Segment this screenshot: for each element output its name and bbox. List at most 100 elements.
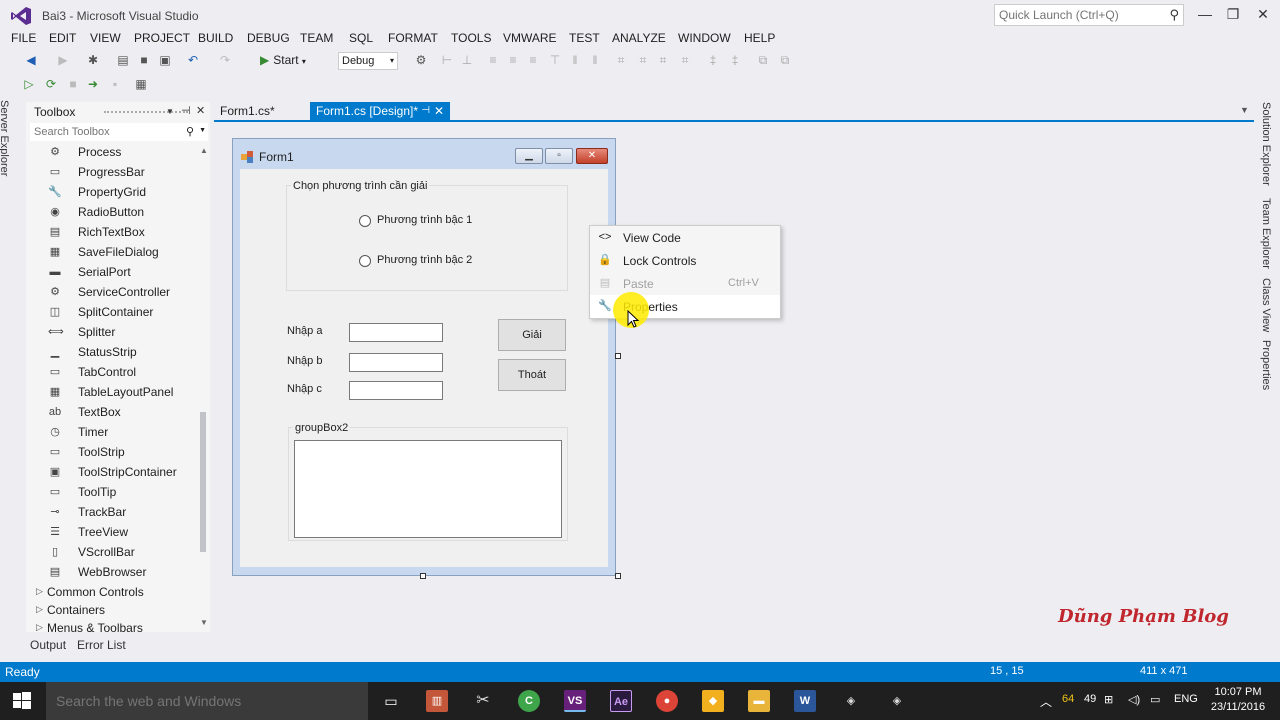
align-rights-icon[interactable]: ≡ (486, 53, 500, 67)
toolbox-category-common-controls[interactable]: ▷ Common Controls (26, 584, 202, 602)
properties-tab[interactable]: Properties (1260, 340, 1272, 390)
groupbox-equation-choice[interactable]: Chọn phương trình cần giải Phương trình … (286, 180, 568, 291)
toolbox-item-webbrowser[interactable]: ▤ WebBrowser (26, 562, 202, 582)
start-debug-button[interactable]: ▶ Start ▾ (260, 53, 306, 67)
menu-item-view-code[interactable]: <> View Code (590, 226, 780, 249)
tab-form1-design[interactable]: Form1.cs [Design]* ⊣ ✕ (310, 102, 450, 121)
menu-help[interactable]: HELP (744, 31, 775, 45)
tab-error-list[interactable]: Error List (77, 638, 126, 652)
app-icon-2[interactable]: ◈ (886, 690, 908, 712)
paint-app-icon[interactable]: ▥ (426, 690, 448, 712)
quick-launch-box[interactable]: ⚲ (994, 4, 1184, 26)
menu-sql[interactable]: SQL (349, 31, 373, 45)
resize-handle-right[interactable] (615, 353, 621, 359)
vspacing-icon[interactable]: ⌗ (678, 53, 692, 67)
toolbox-item-tabcontrol[interactable]: ▭ TabControl (26, 362, 202, 382)
send-to-back-icon[interactable]: ⧉ (778, 53, 792, 67)
align-bottoms-icon[interactable]: ⊤ (548, 53, 562, 67)
form-maximize-button[interactable]: ▫ (545, 148, 573, 164)
clock[interactable]: 10:07 PM 23/11/2016 (1208, 685, 1268, 715)
pin-icon[interactable]: ⊣ (421, 105, 430, 116)
camtasia-icon[interactable]: C (518, 690, 540, 712)
open-file-icon[interactable]: ▤ (116, 53, 130, 67)
bring-to-front-icon[interactable]: ⧉ (756, 53, 770, 67)
toolbox-item-radiobutton[interactable]: ◉ RadioButton (26, 202, 202, 222)
menu-edit[interactable]: EDIT (49, 31, 76, 45)
close-icon[interactable]: ✕ (196, 104, 205, 117)
form1-window[interactable]: Form1 ▁ ▫ ✕ Chọn phương trình cần giải P… (232, 138, 616, 576)
toolbox-item-splitcontainer[interactable]: ◫ SplitContainer (26, 302, 202, 322)
groupbox-2-content[interactable] (294, 440, 562, 538)
toolbox-item-trackbar[interactable]: ⊸ TrackBar (26, 502, 202, 522)
snipping-tool-icon[interactable]: ✂ (472, 690, 494, 712)
save-all-icon[interactable]: ▣ (158, 53, 172, 67)
scroll-thumb[interactable] (200, 412, 206, 552)
textbox-a[interactable] (349, 323, 443, 342)
center-horizontally-icon[interactable]: ‡ (706, 53, 720, 67)
menu-item-lock-controls[interactable]: 🔒 Lock Controls (590, 249, 780, 272)
toolbox-category-containers[interactable]: ▷ Containers (26, 602, 202, 620)
toolbox-item-tablelayoutpanel[interactable]: ▦ TableLayoutPanel (26, 382, 202, 402)
new-project-icon[interactable]: ✱ (86, 53, 100, 67)
class-view-tab[interactable]: Class View (1260, 278, 1272, 332)
menu-vmware[interactable]: VMWARE (503, 31, 557, 45)
tray-chevron-up-icon[interactable]: ︿ (1040, 693, 1052, 710)
toolbox-item-serialport[interactable]: ▬ SerialPort (26, 262, 202, 282)
stop-icon[interactable]: ■ (66, 77, 80, 91)
textbox-c[interactable] (349, 381, 443, 400)
scroll-up-icon[interactable]: ▲ (200, 146, 208, 155)
menu-build[interactable]: BUILD (198, 31, 233, 45)
toolbox-item-statusstrip[interactable]: ▁ StatusStrip (26, 342, 202, 362)
toolbox-category-menus-toolbars[interactable]: ▷ Menus & Toolbars (26, 620, 202, 638)
toolbox-item-tooltip[interactable]: ▭ ToolTip (26, 482, 202, 502)
redo-icon[interactable]: ↷ (218, 53, 232, 67)
windows-start-icon[interactable] (12, 691, 32, 711)
toolbox-item-servicecontroller[interactable]: ⚙ ServiceController (26, 282, 202, 302)
run-icon[interactable]: ▷ (22, 77, 36, 91)
toolbox-scrollbar[interactable]: ▲ ▼ (200, 142, 208, 632)
toolbox-item-propertygrid[interactable]: 🔧 PropertyGrid (26, 182, 202, 202)
align-centers-icon[interactable]: ⊥ (460, 53, 474, 67)
menu-test[interactable]: TEST (569, 31, 600, 45)
hspacing-icon[interactable]: ⌗ (656, 53, 670, 67)
form-minimize-button[interactable]: ▁ (515, 148, 543, 164)
menu-window[interactable]: WINDOW (678, 31, 731, 45)
team-explorer-tab[interactable]: Team Explorer (1260, 198, 1272, 269)
menu-item-paste[interactable]: ▤ Paste Ctrl+V (590, 272, 780, 295)
toolbox-item-toolstrip[interactable]: ▭ ToolStrip (26, 442, 202, 462)
attach-icon[interactable]: ⚙ (414, 53, 428, 67)
word-icon[interactable]: W (794, 690, 816, 712)
toolbox-search[interactable]: ⚲ ▼ (30, 123, 208, 141)
close-icon[interactable]: ✕ (434, 104, 444, 118)
toolbox-item-timer[interactable]: ◷ Timer (26, 422, 202, 442)
toolbox-search-input[interactable] (30, 123, 178, 141)
exit-button[interactable]: Thoát (498, 359, 566, 391)
network-icon[interactable]: ⊞ (1104, 693, 1113, 706)
toolbox-item-splitter[interactable]: ⟺ Splitter (26, 322, 202, 342)
tab-form1-cs[interactable]: Form1.cs* (214, 102, 306, 121)
toolbox-item-process[interactable]: ⚙ Process (26, 142, 202, 162)
file-explorer-icon[interactable]: ▬ (748, 690, 770, 712)
menu-format[interactable]: FORMAT (388, 31, 438, 45)
step-icon[interactable]: ➜ (86, 77, 100, 91)
app-icon[interactable]: ◈ (840, 690, 862, 712)
designer-surface[interactable]: Form1 ▁ ▫ ✕ Chọn phương trình cần giải P… (214, 122, 1254, 658)
make-same-width-icon[interactable]: ‖ (568, 53, 582, 67)
chevron-down-icon[interactable]: ▼ (199, 127, 206, 134)
make-same-height-icon[interactable]: ‖ (588, 53, 602, 67)
chevron-down-icon[interactable]: ▼ (166, 107, 174, 116)
form-client-area[interactable]: Chọn phương trình cần giải Phương trình … (240, 169, 608, 567)
quick-launch-input[interactable] (995, 5, 1155, 25)
toolbox-item-vscrollbar[interactable]: ▯ VScrollBar (26, 542, 202, 562)
save-icon[interactable]: ■ (137, 53, 151, 67)
toolbox-item-richtextbox[interactable]: ▤ RichTextBox (26, 222, 202, 242)
menu-project[interactable]: PROJECT (134, 31, 190, 45)
undo-icon[interactable]: ↶ (186, 53, 200, 67)
maximize-button[interactable]: ❐ (1218, 4, 1248, 26)
tab-output[interactable]: Output (30, 638, 66, 652)
menu-analyze[interactable]: ANALYZE (612, 31, 666, 45)
chrome-icon[interactable]: ● (656, 690, 678, 712)
monitor-icon[interactable]: ▭ (1150, 693, 1160, 706)
minimize-button[interactable]: — (1190, 4, 1220, 26)
size-to-grid-icon[interactable]: ⌗ (614, 53, 628, 67)
